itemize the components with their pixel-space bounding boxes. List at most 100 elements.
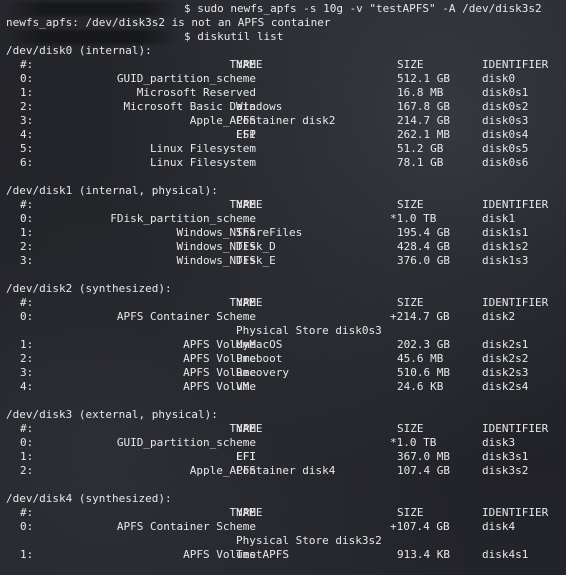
partition-type: FDisk_partition_scheme <box>110 212 256 225</box>
partition-size: 913.4 KB <box>397 548 450 561</box>
partition-identifier: disk0s4 <box>482 128 529 141</box>
partition-identifier: disk4s1 <box>482 548 529 561</box>
partition-row: 6: Linux Filesystem 78.1 GB disk0s6 <box>6 156 566 170</box>
column-identifier: IDENTIFIER <box>482 506 549 519</box>
partition-size: +214.7 GB <box>390 310 450 323</box>
partition-size: 51.2 GB <box>397 142 444 155</box>
partition-num: 6: <box>20 156 34 169</box>
partition-num: 0: <box>20 520 34 533</box>
error-line: newfs_apfs: /dev/disk3s2 is not an APFS … <box>6 16 331 29</box>
partition-size: 376.0 GB <box>397 254 450 267</box>
redacted-prompt <box>6 2 178 16</box>
partition-num: 0: <box>20 436 34 449</box>
column-identifier: IDENTIFIER <box>482 296 549 309</box>
partition-name: TestAPFS <box>236 548 289 561</box>
partition-identifier: disk1s3 <box>482 254 529 267</box>
partition-size: 428.4 GB <box>397 240 450 253</box>
partition-num: 1: <box>20 86 34 99</box>
partition-name: Disk_D <box>236 240 276 253</box>
partition-size: 45.6 MB <box>397 352 444 365</box>
partition-num: 0: <box>20 72 34 85</box>
partition-name: Recovery <box>236 366 289 379</box>
partition-row: 0: GUID_partition_scheme 512.1 GB disk0 <box>6 72 566 86</box>
partition-row: 1: EFI EFI 367.0 MB disk3s1 <box>6 450 566 464</box>
redacted-prompt <box>6 30 178 44</box>
partition-num: 4: <box>20 380 34 393</box>
partition-name: ESP <box>236 128 256 141</box>
partition-type: Microsoft Reserved <box>136 86 256 99</box>
column-name: NAME <box>236 422 263 435</box>
disk-header: /dev/disk2 (synthesized): <box>6 282 172 295</box>
column-header-row: #: TYPE NAME SIZE IDENTIFIER <box>6 422 566 436</box>
disk-header: /dev/disk3 (external, physical): <box>6 408 218 421</box>
column-name: NAME <box>236 296 263 309</box>
partition-size: 262.1 MB <box>397 128 450 141</box>
partition-num: 0: <box>20 310 34 323</box>
partition-row: 1: APFS Volume MyMacOS 202.3 GB disk2s1 <box>6 338 566 352</box>
partition-num: 3: <box>20 366 34 379</box>
column-name: NAME <box>236 58 263 71</box>
partition-identifier: disk2s4 <box>482 380 529 393</box>
partition-size: 24.6 KB <box>397 380 444 393</box>
partition-size: *1.0 TB <box>390 212 437 225</box>
partition-row: 0: GUID_partition_scheme *1.0 TB disk3 <box>6 436 566 450</box>
partition-num: 2: <box>20 352 34 365</box>
partition-num: 3: <box>20 114 34 127</box>
partition-size: 512.1 GB <box>397 72 450 85</box>
partition-num: 2: <box>20 240 34 253</box>
column-identifier: IDENTIFIER <box>482 198 549 211</box>
terminal-window[interactable]: $ sudo newfs_apfs -s 10g -v "testAPFS" -… <box>0 0 566 575</box>
partition-name: MyMacOS <box>236 338 283 351</box>
column-identifier: IDENTIFIER <box>482 422 549 435</box>
column-size: SIZE <box>397 296 424 309</box>
partition-size: +107.4 GB <box>390 520 450 533</box>
partition-name: - <box>236 310 243 323</box>
partition-name: VM <box>236 380 250 393</box>
column-num: #: <box>20 198 34 211</box>
partition-name: Disk_E <box>236 254 276 267</box>
partition-row: 4: APFS Volume VM 24.6 KB disk2s4 <box>6 380 566 394</box>
partition-identifier: disk0s1 <box>482 86 529 99</box>
partition-identifier: disk0s2 <box>482 100 529 113</box>
partition-row: 0: FDisk_partition_scheme *1.0 TB disk1 <box>6 212 566 226</box>
disk-header: /dev/disk4 (synthesized): <box>6 492 172 505</box>
partition-num: 1: <box>20 338 34 351</box>
column-identifier: IDENTIFIER <box>482 58 549 71</box>
column-size: SIZE <box>397 506 424 519</box>
column-num: #: <box>20 58 34 71</box>
partition-num: 2: <box>20 464 34 477</box>
partition-num: 1: <box>20 450 34 463</box>
column-size: SIZE <box>397 58 424 71</box>
partition-num: 2: <box>20 100 34 113</box>
partition-identifier: disk1 <box>482 212 516 225</box>
partition-name: Physical Store disk0s3 <box>236 324 382 337</box>
disk-header: /dev/disk1 (internal, physical): <box>6 184 218 197</box>
partition-row: 1: APFS Volume TestAPFS 913.4 KB disk4s1 <box>6 548 566 562</box>
partition-row: 0: APFS Container Scheme - +107.4 GB disk4 <box>6 520 566 534</box>
partition-name: Physical Store disk3s2 <box>236 534 382 547</box>
partition-row: 1: Windows_NTFS ShareFiles 195.4 GB disk1s1 <box>6 226 566 240</box>
column-size: SIZE <box>397 422 424 435</box>
partition-name: - <box>236 520 243 533</box>
partition-num: 4: <box>20 128 34 141</box>
partition-num: 0: <box>20 212 34 225</box>
partition-row: 2: APFS Volume Preboot 45.6 MB disk2s2 <box>6 352 566 366</box>
partition-size: *1.0 TB <box>390 436 437 449</box>
command-line-diskutil: $ diskutil list <box>6 30 566 44</box>
partition-name: EFI <box>236 450 256 463</box>
column-header-row: #: TYPE NAME SIZE IDENTIFIER <box>6 198 566 212</box>
partition-identifier: disk0s6 <box>482 156 529 169</box>
partition-identifier: disk2s3 <box>482 366 529 379</box>
column-header-row: #: TYPE NAME SIZE IDENTIFIER <box>6 296 566 310</box>
partition-size: 167.8 GB <box>397 100 450 113</box>
partition-size: 510.6 MB <box>397 366 450 379</box>
partition-identifier: disk0s3 <box>482 114 529 127</box>
partition-row: Physical Store disk3s2 <box>6 534 566 548</box>
partition-identifier: disk1s1 <box>482 226 529 239</box>
column-header-row: #: TYPE NAME SIZE IDENTIFIER <box>6 58 566 72</box>
partition-row: 2: Apple_APFS Container disk4 107.4 GB disk3… <box>6 464 566 478</box>
